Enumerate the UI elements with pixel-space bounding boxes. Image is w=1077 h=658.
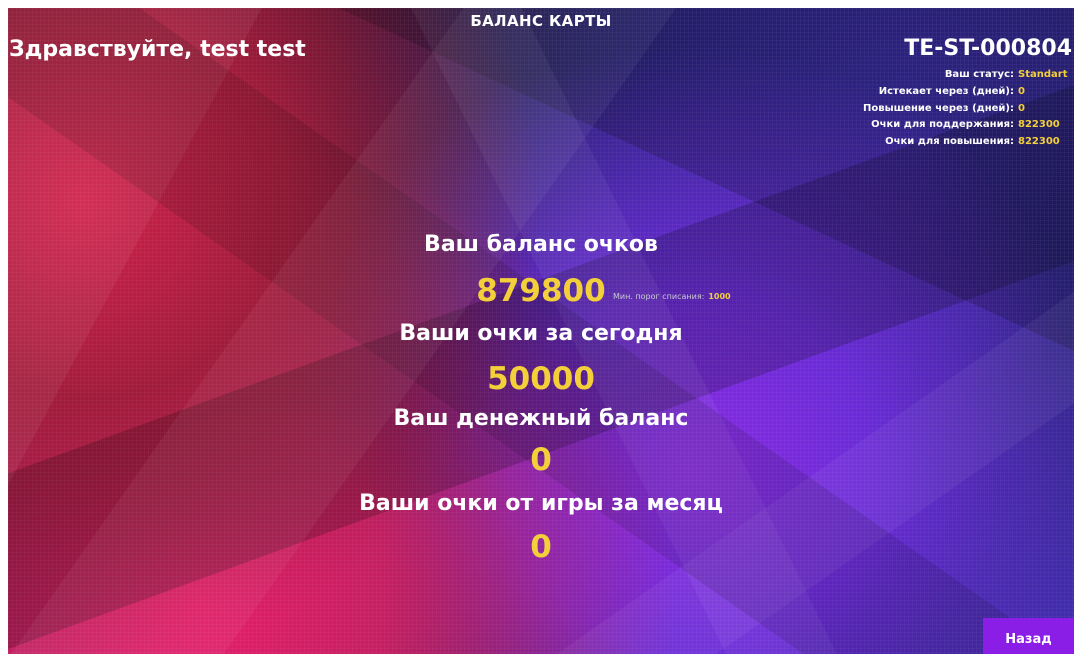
money-balance-value: 0 (530, 442, 552, 478)
status-row: Ваш статус: Standart (812, 67, 1072, 84)
points-balance-label: Ваш баланс очков (424, 232, 658, 257)
expires-value: 0 (1018, 85, 1025, 97)
status-label: Ваш статус: (944, 69, 1014, 80)
points-balance-value: 879800 (476, 273, 606, 309)
monthly-points-value: 0 (530, 529, 552, 565)
monthly-points-value-wrap: 0 (8, 532, 1074, 563)
points-balance-value-wrap: 879800 (8, 276, 1074, 307)
balance-screen: БАЛАНС КАРТЫ Здравствуйте, test test TE-… (8, 8, 1074, 654)
money-balance-value-wrap: 0 (8, 445, 1074, 476)
card-info-panel: TE-ST-000804 Ваш статус: Standart Истекае… (812, 38, 1072, 151)
upgrade-days-row: Повышение через (дней): 0 (812, 101, 1072, 118)
status-value: Standart (1018, 69, 1068, 80)
min-threshold: Мин. порог списания: 1000 (613, 292, 731, 301)
money-balance-label: Ваш денежный баланс (393, 406, 689, 431)
today-points-value: 50000 (487, 361, 595, 397)
greeting-text: Здравствуйте, test test (9, 37, 306, 62)
expires-row: Истекает через (дней): 0 (812, 84, 1072, 101)
maintain-points-value: 822300 (1018, 119, 1060, 131)
today-points-value-wrap: 50000 (8, 364, 1074, 395)
back-button[interactable]: Назад (983, 618, 1074, 654)
maintain-points-label: Очки для поддержания: (871, 119, 1014, 131)
upgrade-days-label: Повышение через (дней): (863, 102, 1014, 114)
upgrade-days-value: 0 (1018, 102, 1025, 114)
maintain-points-row: Очки для поддержания: 822300 (812, 117, 1072, 134)
monthly-points-label: Ваши очки от игры за месяц (359, 491, 723, 516)
page-title: БАЛАНС КАРТЫ (470, 12, 612, 30)
upgrade-points-label: Очки для повышения: (885, 136, 1014, 148)
upgrade-points-value: 822300 (1018, 136, 1060, 148)
min-threshold-value: 1000 (708, 292, 731, 301)
today-points-label: Ваши очки за сегодня (399, 321, 683, 346)
card-number: TE-ST-000804 (904, 36, 1072, 61)
expires-label: Истекает через (дней): (878, 85, 1014, 97)
min-threshold-label: Мин. порог списания: (613, 292, 705, 301)
upgrade-points-row: Очки для повышения: 822300 (812, 134, 1072, 151)
